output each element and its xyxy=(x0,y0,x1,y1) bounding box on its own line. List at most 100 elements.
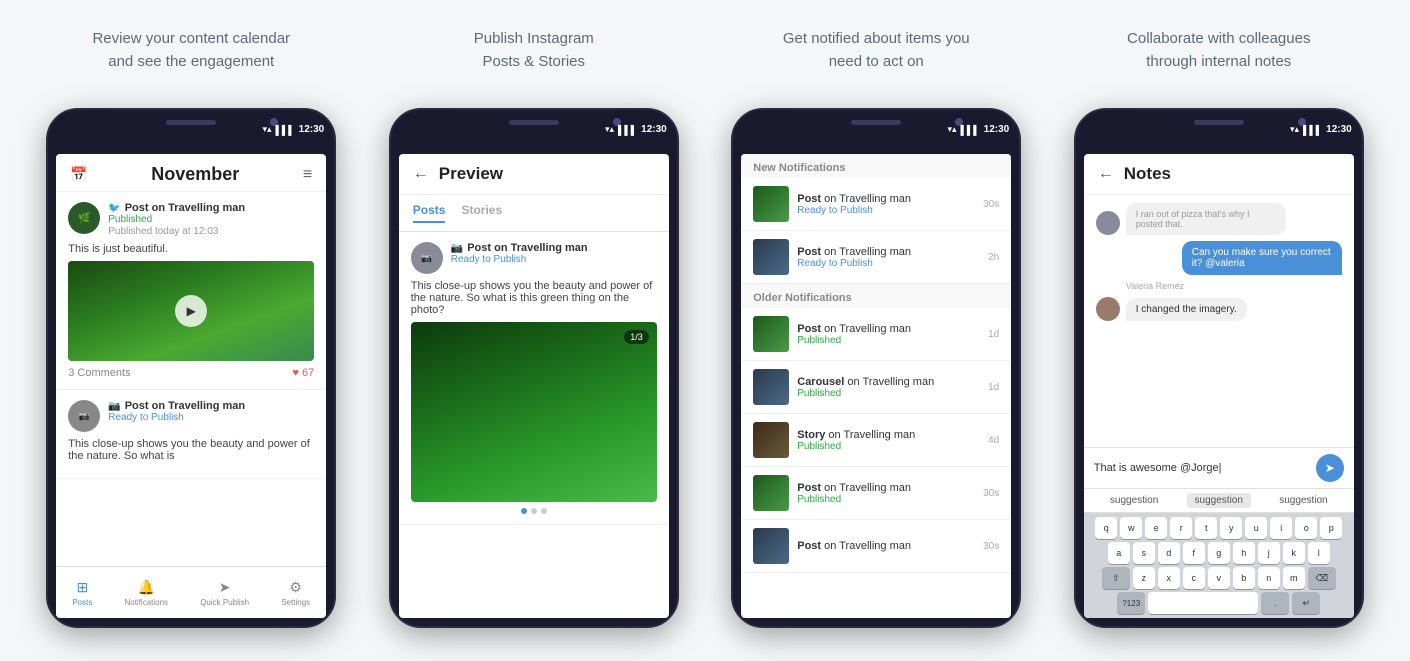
new-notifications-title: New Notifications xyxy=(741,154,1011,178)
keyboard[interactable]: q w e r t y u i o p a s d xyxy=(1084,513,1354,618)
suggestion-3[interactable]: suggestion xyxy=(1271,493,1335,508)
notif-item-4[interactable]: Carousel on Travelling man Published 1d xyxy=(741,361,1011,414)
key-f[interactable]: f xyxy=(1183,542,1205,564)
key-l[interactable]: l xyxy=(1308,542,1330,564)
phone-speaker-4 xyxy=(1194,120,1244,125)
notif-item-7[interactable]: Post on Travelling man 30s xyxy=(741,520,1011,573)
key-v[interactable]: v xyxy=(1208,567,1230,589)
preview-post-meta: 📷 Post on Travelling man Ready to Publis… xyxy=(451,242,657,265)
calendar-feed: 🌿 🐦 Post on Travelling man Published Pub… xyxy=(56,192,326,566)
key-period[interactable]: . xyxy=(1261,592,1289,614)
notif-item-5[interactable]: Story on Travelling man Published 4d xyxy=(741,414,1011,467)
notif-status-1: Ready to Publish xyxy=(797,205,975,216)
nav-posts[interactable]: ⊞ Posts xyxy=(72,579,92,607)
key-r[interactable]: r xyxy=(1170,517,1192,539)
key-123[interactable]: ?123 xyxy=(1117,592,1145,614)
key-a[interactable]: a xyxy=(1108,542,1130,564)
key-o[interactable]: o xyxy=(1295,517,1317,539)
post-text-2: This close-up shows you the beauty and p… xyxy=(68,438,314,462)
key-e[interactable]: e xyxy=(1145,517,1167,539)
key-m[interactable]: m xyxy=(1283,567,1305,589)
notif-item-2[interactable]: Post on Travelling man Ready to Publish … xyxy=(741,231,1011,284)
comments-count[interactable]: 3 Comments xyxy=(68,367,130,379)
preview-feed: 📷 📷 Post on Travelling man Ready to Publ… xyxy=(399,232,669,618)
notif-title-1: Post on Travelling man xyxy=(797,193,975,205)
feature-title-publish: Publish Instagram Posts & Stories xyxy=(454,0,614,108)
keyboard-row-4: ?123 . ↵ xyxy=(1086,592,1352,614)
keyboard-row-2: a s d f g h j k l xyxy=(1086,542,1352,564)
nav-posts-label: Posts xyxy=(72,598,92,607)
notif-time-1: 30s xyxy=(983,199,999,210)
phone-notes: ▾▴ ▌▌▌ 12:30 ← Notes I ran out of pizza … xyxy=(1074,108,1364,628)
filter-icon[interactable]: ≡ xyxy=(303,166,312,184)
key-i[interactable]: i xyxy=(1270,517,1292,539)
key-u[interactable]: u xyxy=(1245,517,1267,539)
wifi-icon-4: ▾▴ xyxy=(1290,124,1299,135)
key-space[interactable] xyxy=(1148,592,1258,614)
play-button[interactable]: ▶ xyxy=(175,295,207,327)
key-g[interactable]: g xyxy=(1208,542,1230,564)
notif-status-4: Published xyxy=(797,388,980,399)
phone-screen-notifications: New Notifications Post on Travelling man… xyxy=(741,154,1011,618)
key-n[interactable]: n xyxy=(1258,567,1280,589)
chat-bubble-me-text-1: Can you make sure you correct it? @valer… xyxy=(1182,241,1342,275)
status-time-4: 12:30 xyxy=(1326,124,1352,135)
post-type-label-2: Post on Travelling man xyxy=(125,400,245,412)
notif-status-2: Ready to Publish xyxy=(797,258,980,269)
nav-notifications[interactable]: 🔔 Notifications xyxy=(124,579,168,607)
post-stats-1: 3 Comments ♥ 67 xyxy=(68,367,314,379)
suggestion-2[interactable]: suggestion xyxy=(1187,493,1251,508)
key-x[interactable]: x xyxy=(1158,567,1180,589)
post-status-2: Ready to Publish xyxy=(108,412,314,423)
key-h[interactable]: h xyxy=(1233,542,1255,564)
notif-thumb-1 xyxy=(753,186,789,222)
notes-back-button[interactable]: ← xyxy=(1098,165,1114,183)
feature-title-notes: Collaborate with colleagues through inte… xyxy=(1107,0,1330,108)
key-k[interactable]: k xyxy=(1283,542,1305,564)
post-card-1[interactable]: 🌿 🐦 Post on Travelling man Published Pub… xyxy=(56,192,326,390)
key-w[interactable]: w xyxy=(1120,517,1142,539)
phone-screen-notes: ← Notes I ran out of pizza that's why I … xyxy=(1084,154,1354,618)
notif-time-2: 2h xyxy=(988,252,999,263)
chat-bubble-text-1: I ran out of pizza that's why I posted t… xyxy=(1126,203,1286,235)
key-b[interactable]: b xyxy=(1233,567,1255,589)
key-shift[interactable]: ⇧ xyxy=(1102,567,1130,589)
notif-item-6[interactable]: Post on Travelling man Published 30s xyxy=(741,467,1011,520)
carousel-badge: 1/3 xyxy=(624,330,649,344)
key-j[interactable]: j xyxy=(1258,542,1280,564)
notif-item-1[interactable]: Post on Travelling man Ready to Publish … xyxy=(741,178,1011,231)
tab-posts[interactable]: Posts xyxy=(413,203,446,223)
phone-speaker xyxy=(166,120,216,125)
signal-icon-3: ▌▌▌ xyxy=(961,125,980,135)
send-button[interactable]: ➤ xyxy=(1316,454,1344,482)
key-z[interactable]: z xyxy=(1133,567,1155,589)
nav-quick-publish[interactable]: ➤ Quick Publish xyxy=(200,579,249,607)
chat-message-me-1: Can you make sure you correct it? @valer… xyxy=(1182,241,1342,275)
notif-title-5: Story on Travelling man xyxy=(797,429,980,441)
video-thumb-1[interactable]: ▶ xyxy=(68,261,314,361)
phone-calendar: ▾▴ ▌▌▌ 12:30 📅 November ≡ 🌿 xyxy=(46,108,336,628)
key-s[interactable]: s xyxy=(1133,542,1155,564)
key-p[interactable]: p xyxy=(1320,517,1342,539)
chat-bubble-text-2: I changed the imagery. xyxy=(1126,298,1247,321)
key-delete[interactable]: ⌫ xyxy=(1308,567,1336,589)
suggestion-1[interactable]: suggestion xyxy=(1102,493,1166,508)
key-t[interactable]: t xyxy=(1195,517,1217,539)
preview-post-card[interactable]: 📷 📷 Post on Travelling man Ready to Publ… xyxy=(399,232,669,525)
key-y[interactable]: y xyxy=(1220,517,1242,539)
preview-post-status: Ready to Publish xyxy=(451,254,657,265)
notif-thumb-4 xyxy=(753,369,789,405)
key-c[interactable]: c xyxy=(1183,567,1205,589)
key-return[interactable]: ↵ xyxy=(1292,592,1320,614)
notif-item-3[interactable]: Post on Travelling man Published 1d xyxy=(741,308,1011,361)
key-d[interactable]: d xyxy=(1158,542,1180,564)
tab-stories[interactable]: Stories xyxy=(461,203,502,223)
wifi-icon-2: ▾▴ xyxy=(605,124,614,135)
notes-input-area[interactable]: That is awesome @Jorge| ➤ xyxy=(1084,447,1354,488)
nav-settings[interactable]: ⚙ Settings xyxy=(281,579,310,607)
notif-status-5: Published xyxy=(797,441,980,452)
back-button[interactable]: ← xyxy=(413,165,429,183)
post-card-2[interactable]: 📷 📷 Post on Travelling man Ready to Publ… xyxy=(56,390,326,479)
key-q[interactable]: q xyxy=(1095,517,1117,539)
notif-time-7: 30s xyxy=(983,541,999,552)
